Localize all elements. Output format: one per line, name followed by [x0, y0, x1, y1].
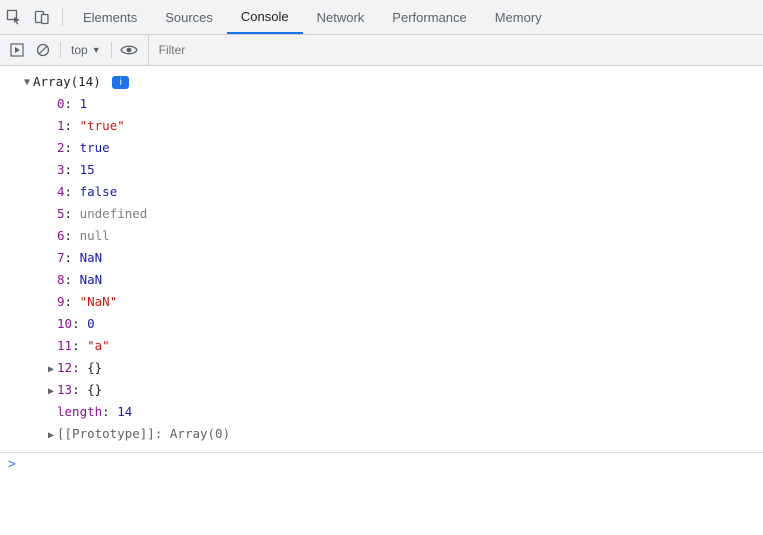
info-badge-icon[interactable]: i — [112, 76, 129, 89]
entry-value: {} — [87, 360, 102, 375]
entry-index: 3 — [57, 162, 65, 177]
array-entry: 10: 0 — [46, 314, 763, 336]
tab-performance[interactable]: Performance — [378, 0, 480, 34]
array-entry: 4: false — [46, 182, 763, 204]
inspect-element-icon[interactable] — [0, 0, 28, 34]
disclosure-triangle-down-icon[interactable]: ▼ — [22, 73, 32, 93]
console-output: ▼Array(14) i 0: 1 1: "true" 2: true 3: 1… — [0, 66, 763, 446]
tab-console[interactable]: Console — [227, 0, 303, 34]
entry-value: "true" — [80, 118, 125, 133]
entry-index: 5 — [57, 206, 65, 221]
array-entry[interactable]: ▶12: {} — [46, 358, 763, 380]
context-label: top — [71, 43, 88, 57]
entry-value: "NaN" — [80, 294, 118, 309]
entry-index: 12 — [57, 360, 72, 375]
entry-index: 7 — [57, 250, 65, 265]
array-entry: 7: NaN — [46, 248, 763, 270]
tab-elements[interactable]: Elements — [69, 0, 151, 34]
entry-index: 6 — [57, 228, 65, 243]
disclosure-triangle-right-icon[interactable]: ▶ — [46, 360, 56, 380]
array-entry[interactable]: ▶13: {} — [46, 380, 763, 402]
console-prompt[interactable]: > — [0, 452, 763, 472]
array-header-text: Array(14) — [33, 74, 101, 89]
entry-index: 4 — [57, 184, 65, 199]
entry-value: {} — [87, 382, 102, 397]
entry-value: undefined — [80, 206, 148, 221]
array-entry: 5: undefined — [46, 204, 763, 226]
entry-value: NaN — [80, 250, 103, 265]
length-label: length — [57, 404, 102, 419]
tab-memory[interactable]: Memory — [481, 0, 556, 34]
toolbar-separator — [62, 8, 63, 26]
entry-value: false — [80, 184, 118, 199]
array-entry: 8: NaN — [46, 270, 763, 292]
array-entry: 6: null — [46, 226, 763, 248]
prompt-caret-icon: > — [8, 457, 16, 472]
entry-index: 10 — [57, 316, 72, 331]
length-row: length: 14 — [46, 402, 763, 424]
subbar-separator — [111, 42, 112, 58]
devtools-toolbar: ElementsSourcesConsoleNetworkPerformance… — [0, 0, 763, 35]
console-subtoolbar: top ▼ — [0, 35, 763, 66]
subbar-separator — [60, 42, 61, 58]
prototype-label: [[Prototype]] — [57, 426, 155, 441]
array-entry: 3: 15 — [46, 160, 763, 182]
array-entry: 11: "a" — [46, 336, 763, 358]
devtools-tabs: ElementsSourcesConsoleNetworkPerformance… — [69, 0, 556, 34]
entry-value: NaN — [80, 272, 103, 287]
entry-index: 9 — [57, 294, 65, 309]
filter-container — [148, 35, 763, 65]
entry-value: true — [80, 140, 110, 155]
entry-index: 8 — [57, 272, 65, 287]
disclosure-triangle-right-icon[interactable]: ▶ — [46, 426, 56, 446]
eye-icon[interactable] — [116, 35, 142, 65]
entry-index: 1 — [57, 118, 65, 133]
entry-index: 0 — [57, 96, 65, 111]
execute-icon[interactable] — [4, 35, 30, 65]
prototype-value: Array(0) — [170, 426, 230, 441]
clear-console-icon[interactable] — [30, 35, 56, 65]
array-entry: 1: "true" — [46, 116, 763, 138]
array-entry: 9: "NaN" — [46, 292, 763, 314]
entry-value: 1 — [80, 96, 88, 111]
entry-value: 0 — [87, 316, 95, 331]
entry-index: 2 — [57, 140, 65, 155]
entry-index: 13 — [57, 382, 72, 397]
execution-context-selector[interactable]: top ▼ — [65, 43, 107, 57]
device-toggle-icon[interactable] — [28, 0, 56, 34]
array-header-row[interactable]: ▼Array(14) i — [22, 72, 763, 94]
filter-input[interactable] — [149, 35, 763, 65]
entry-value: 15 — [80, 162, 95, 177]
chevron-down-icon: ▼ — [92, 45, 101, 55]
entry-value: null — [80, 228, 110, 243]
length-value: 14 — [117, 404, 132, 419]
tab-sources[interactable]: Sources — [151, 0, 227, 34]
entry-index: 11 — [57, 338, 72, 353]
tab-network[interactable]: Network — [303, 0, 379, 34]
entry-value: "a" — [87, 338, 110, 353]
array-entry: 0: 1 — [46, 94, 763, 116]
prototype-row[interactable]: ▶[[Prototype]]: Array(0) — [46, 424, 763, 446]
disclosure-triangle-right-icon[interactable]: ▶ — [46, 382, 56, 402]
array-entry: 2: true — [46, 138, 763, 160]
